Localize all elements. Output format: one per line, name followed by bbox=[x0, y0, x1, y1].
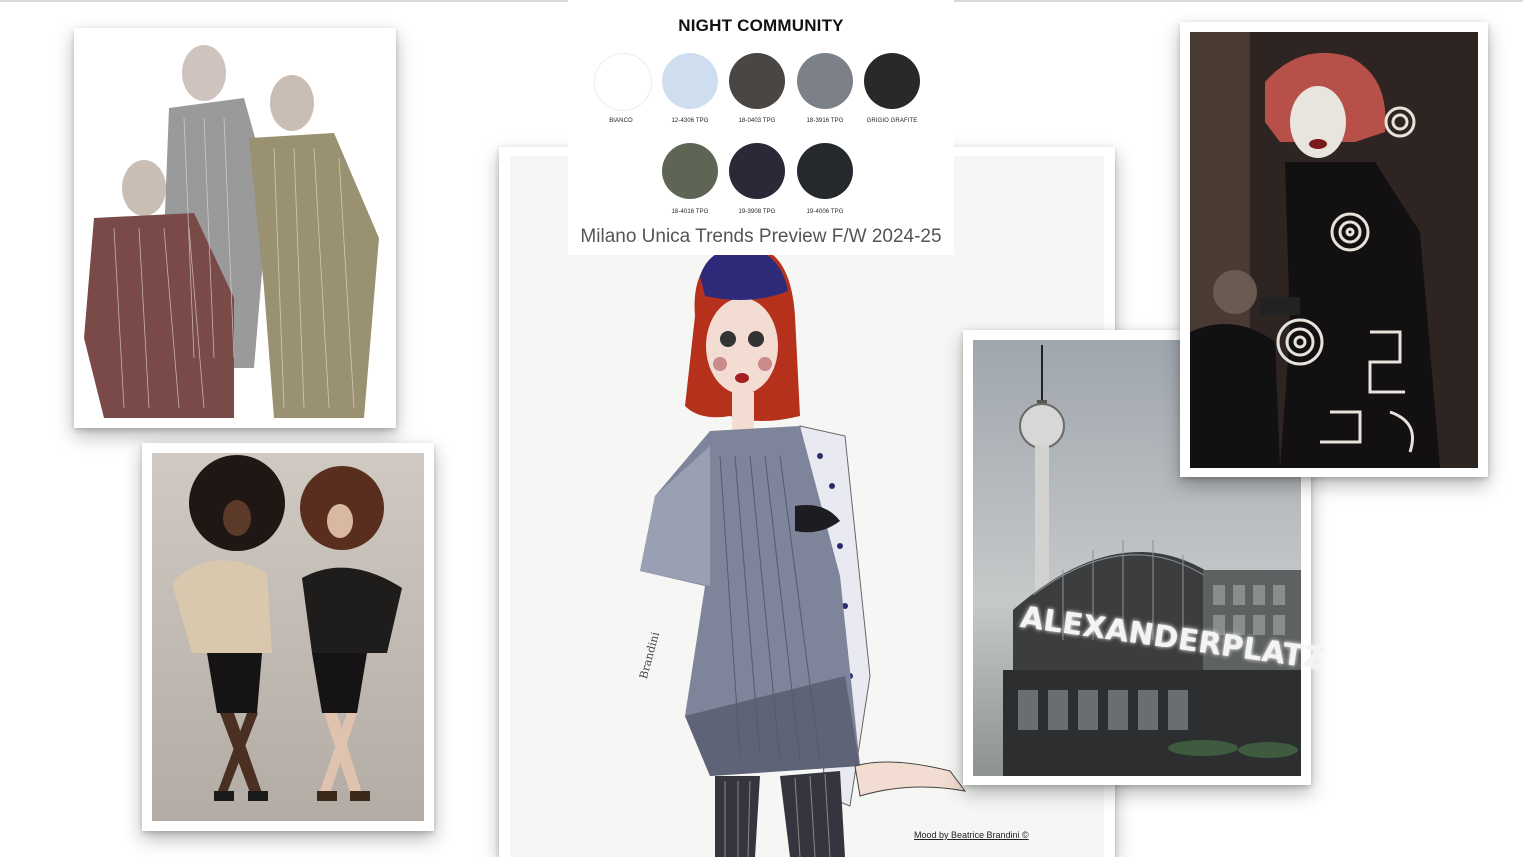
afro-duo-photo-frame bbox=[142, 443, 434, 831]
board-subtitle: Milano Unica Trends Preview F/W 2024-25 bbox=[580, 226, 942, 247]
credit-text: Mood by Beatrice Brandini © bbox=[914, 830, 1029, 840]
swatch-bianco bbox=[594, 53, 652, 111]
swatch-19-4006 bbox=[797, 143, 853, 199]
swatch-19-3908 bbox=[729, 143, 785, 199]
sequins-trio-photo bbox=[84, 38, 386, 418]
bodypaint-photo-frame bbox=[1180, 22, 1488, 477]
swatch-grigio-grafite bbox=[864, 53, 920, 109]
sequins-photo-frame bbox=[74, 28, 396, 428]
color-palette-panel: NIGHT COMMUNITY BIANCO 12-4306 TPG 18-04… bbox=[568, 0, 954, 255]
swatch-18-3916 bbox=[797, 53, 853, 109]
swatch-label: GRIGIO GRAFITE bbox=[866, 118, 918, 124]
board-title: NIGHT COMMUNITY bbox=[678, 16, 844, 35]
swatch-18-4016 bbox=[662, 143, 718, 199]
swatch-18-0403 bbox=[729, 53, 785, 109]
swatch-12-4306 bbox=[662, 53, 718, 109]
bodypaint-photo bbox=[1190, 32, 1478, 468]
afro-duo-photo bbox=[152, 453, 424, 821]
swatch-label: 19-4006 TPG bbox=[806, 209, 844, 215]
